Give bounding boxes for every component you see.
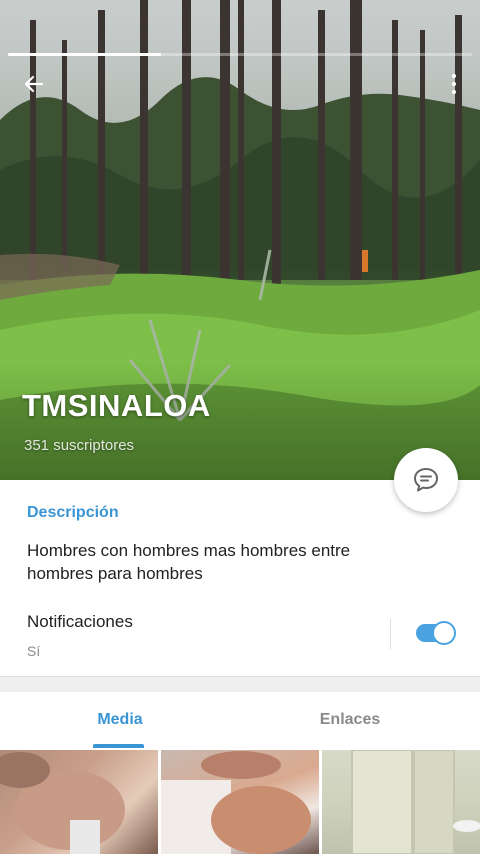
active-tab-indicator	[93, 744, 144, 748]
tab-media[interactable]: Media	[0, 692, 240, 748]
open-chat-button[interactable]	[394, 448, 458, 512]
tab-links[interactable]: Enlaces	[240, 692, 460, 748]
toggle-knob	[432, 621, 456, 645]
story-progress-bar	[8, 53, 472, 56]
description-text: Hombres con hombres mas hombres entre ho…	[27, 541, 351, 583]
photo-thumbnail-image	[351, 750, 480, 854]
story-progress-fill	[8, 53, 162, 56]
channel-title: TMSINALOA	[22, 388, 211, 423]
subscriber-count: 351 suscriptores	[24, 437, 135, 454]
notifications-label[interactable]: Notificaciones	[27, 612, 133, 632]
photo-thumbnail-image	[0, 752, 125, 854]
description-label: Descripción	[27, 504, 119, 521]
notifications-toggle[interactable]	[416, 621, 456, 645]
media-thumbnail[interactable]	[0, 750, 158, 854]
media-thumbnail[interactable]	[161, 750, 319, 854]
back-button[interactable]	[14, 64, 54, 104]
media-grid	[0, 750, 480, 854]
notifications-value: Sí	[27, 643, 41, 659]
photo-thumbnail-image	[161, 751, 311, 854]
section-divider	[0, 676, 480, 692]
channel-info-section: Descripción Hombres con hombres mas homb…	[0, 480, 480, 676]
divider	[390, 619, 391, 649]
media-thumbnail[interactable]	[322, 750, 480, 854]
channel-header-image: TMSINALOA 351 suscriptores	[0, 0, 480, 480]
media-tabs: Media Enlaces	[0, 692, 480, 748]
chat-bubble-icon	[414, 468, 438, 492]
arrow-left-icon	[24, 75, 44, 93]
more-vertical-icon[interactable]	[442, 64, 466, 104]
